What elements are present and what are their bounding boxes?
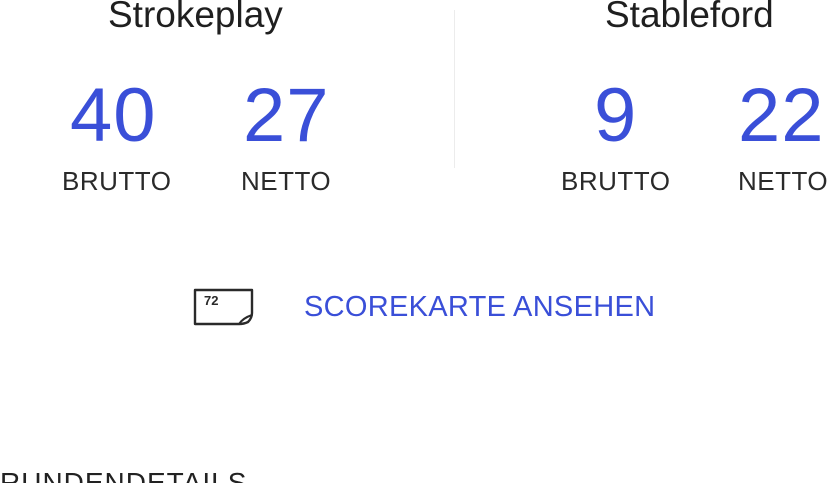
scorecard-icon-text: 72 [204, 293, 218, 308]
strokeplay-netto-label: NETTO [241, 166, 332, 196]
stableford-title: Stableford [605, 0, 774, 35]
view-scorecard-label[interactable]: SCOREKARTE ANSEHEN [304, 291, 655, 324]
scorecard-icon: 72 [193, 288, 254, 326]
view-scorecard-button[interactable]: 72 SCOREKARTE ANSEHEN [192, 282, 655, 332]
round-details-header: RUNDENDETAILS [0, 467, 248, 483]
strokeplay-panel: Strokeplay 40 BRUTTO 27 NETTO [0, 0, 454, 200]
stableford-brutto-label: BRUTTO [561, 166, 671, 196]
stableford-brutto-value: 9 [594, 73, 638, 158]
strokeplay-netto-value: 27 [243, 73, 330, 158]
stableford-netto-label: NETTO [738, 166, 829, 196]
strokeplay-brutto-label: BRUTTO [62, 166, 172, 196]
strokeplay-brutto-value: 40 [70, 73, 157, 158]
stableford-netto-value: 22 [738, 73, 825, 158]
stableford-panel: Stableford 9 BRUTTO 22 NETTO [455, 0, 836, 200]
strokeplay-title: Strokeplay [108, 0, 283, 35]
